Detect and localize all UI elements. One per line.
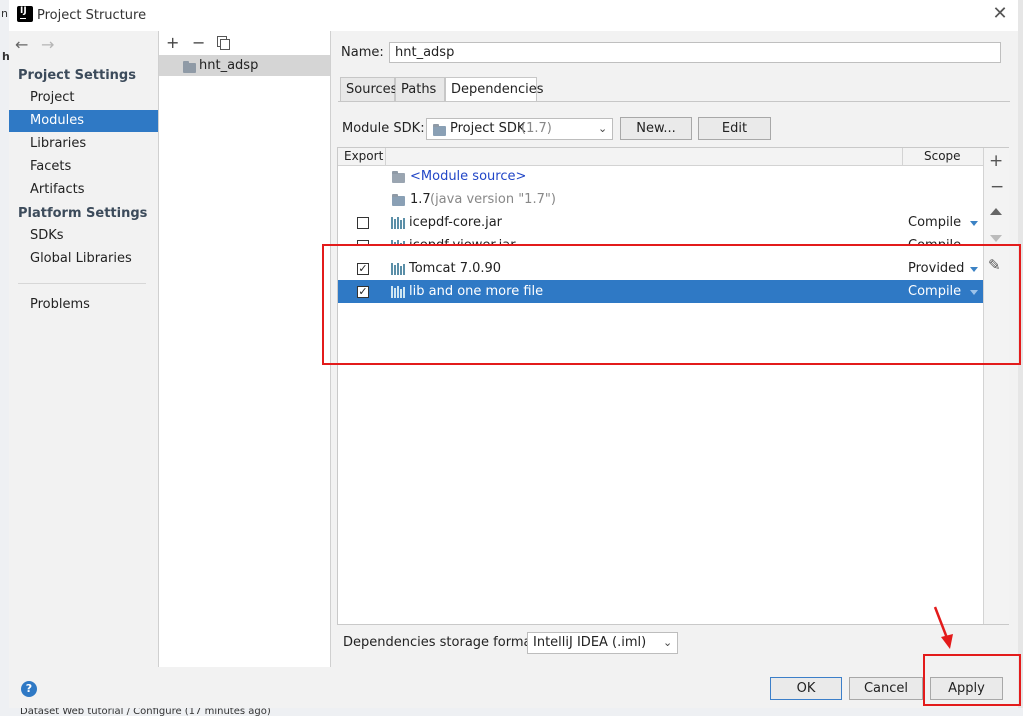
nav-item-project[interactable]: Project bbox=[9, 87, 158, 109]
dependency-name: icepdf-core.jar bbox=[409, 215, 503, 230]
header-divider bbox=[385, 148, 386, 165]
arrow-right-icon[interactable]: → bbox=[41, 35, 54, 54]
tab-divider bbox=[338, 101, 1010, 102]
nav-divider bbox=[18, 283, 146, 284]
background-text-left: n bbox=[1, 7, 8, 20]
module-name-field[interactable]: hnt_adsp bbox=[389, 42, 1001, 63]
nav-item-global-libraries[interactable]: Global Libraries bbox=[9, 248, 158, 270]
edit-sdk-button[interactable]: Edit bbox=[698, 117, 771, 140]
add-module-icon[interactable]: + bbox=[166, 33, 179, 52]
table-row[interactable]: icepdf-core.jar Compile bbox=[338, 211, 983, 234]
remove-module-icon[interactable]: − bbox=[192, 33, 205, 52]
chevron-down-icon: ⌄ bbox=[663, 636, 673, 649]
table-row[interactable]: 1.7 (java version "1.7") bbox=[338, 188, 983, 211]
help-icon[interactable]: ? bbox=[21, 681, 37, 697]
module-source-icon bbox=[392, 171, 405, 183]
dependency-name: <Module source> bbox=[410, 169, 527, 184]
sdk-folder-icon bbox=[433, 124, 446, 136]
sdk-value: Project SDK bbox=[450, 121, 526, 136]
ok-button[interactable]: OK bbox=[770, 677, 842, 700]
column-export[interactable]: Export bbox=[344, 148, 383, 165]
module-sdk-dropdown[interactable]: Project SDK (1.7) ⌄ bbox=[426, 118, 613, 140]
nav-item-artifacts[interactable]: Artifacts bbox=[9, 179, 158, 201]
tab-sources[interactable]: Sources bbox=[340, 77, 397, 101]
name-label: Name: bbox=[341, 45, 384, 60]
module-name: hnt_adsp bbox=[199, 58, 259, 73]
sdk-version: (1.7) bbox=[521, 121, 552, 136]
window-title: Project Structure bbox=[37, 8, 147, 23]
annotation-arrow-icon bbox=[933, 606, 953, 649]
cancel-button[interactable]: Cancel bbox=[849, 677, 923, 700]
intellij-app-icon: IJ bbox=[17, 6, 33, 22]
annotation-highlight-box bbox=[322, 244, 1021, 365]
modules-panel bbox=[159, 31, 331, 667]
column-scope[interactable]: Scope bbox=[924, 148, 961, 165]
remove-dependency-icon[interactable]: − bbox=[990, 177, 1004, 197]
dependency-suffix: (java version "1.7") bbox=[430, 192, 556, 207]
nav-item-facets[interactable]: Facets bbox=[9, 156, 158, 178]
module-folder-icon bbox=[183, 61, 196, 73]
project-settings-heading: Project Settings bbox=[18, 68, 136, 83]
dependency-toolbar bbox=[983, 148, 1009, 624]
platform-settings-heading: Platform Settings bbox=[18, 206, 148, 221]
new-sdk-button[interactable]: New... bbox=[620, 117, 692, 140]
scope-dropdown-icon[interactable] bbox=[970, 221, 978, 226]
nav-item-problems[interactable]: Problems bbox=[9, 294, 158, 316]
chevron-down-icon: ⌄ bbox=[598, 122, 608, 135]
annotation-apply-box bbox=[923, 654, 1021, 706]
header-divider-scope bbox=[902, 148, 903, 165]
module-sdk-label: Module SDK: bbox=[342, 121, 425, 136]
dependency-scope[interactable]: Compile bbox=[908, 211, 961, 234]
title-bar bbox=[9, 0, 1018, 32]
tab-dependencies[interactable]: Dependencies bbox=[445, 77, 544, 101]
arrow-left-icon[interactable]: ← bbox=[15, 35, 28, 54]
move-down-icon[interactable] bbox=[990, 235, 1002, 242]
dependency-name: 1.7 bbox=[410, 192, 431, 207]
background-window-left bbox=[0, 0, 9, 716]
background-status-text: Dataset Web tutorial / Configure (17 min… bbox=[20, 708, 271, 716]
copy-icon[interactable] bbox=[217, 36, 230, 50]
library-icon bbox=[391, 217, 405, 229]
nav-item-modules[interactable]: Modules bbox=[9, 110, 158, 132]
storage-format-dropdown[interactable]: IntelliJ IDEA (.iml) ⌄ bbox=[527, 632, 678, 654]
table-row[interactable]: <Module source> bbox=[338, 165, 983, 188]
table-header: Export Scope bbox=[338, 148, 983, 166]
jdk-folder-icon bbox=[392, 194, 405, 206]
storage-format-value: IntelliJ IDEA (.iml) bbox=[533, 635, 647, 650]
tab-paths[interactable]: Paths bbox=[395, 77, 445, 101]
close-icon[interactable]: ✕ bbox=[992, 5, 1008, 23]
nav-item-sdks[interactable]: SDKs bbox=[9, 225, 158, 247]
nav-item-libraries[interactable]: Libraries bbox=[9, 133, 158, 155]
export-checkbox[interactable] bbox=[357, 217, 369, 229]
storage-format-label: Dependencies storage format: bbox=[343, 635, 541, 650]
add-dependency-icon[interactable]: + bbox=[989, 151, 1003, 171]
move-up-icon[interactable] bbox=[990, 208, 1002, 215]
